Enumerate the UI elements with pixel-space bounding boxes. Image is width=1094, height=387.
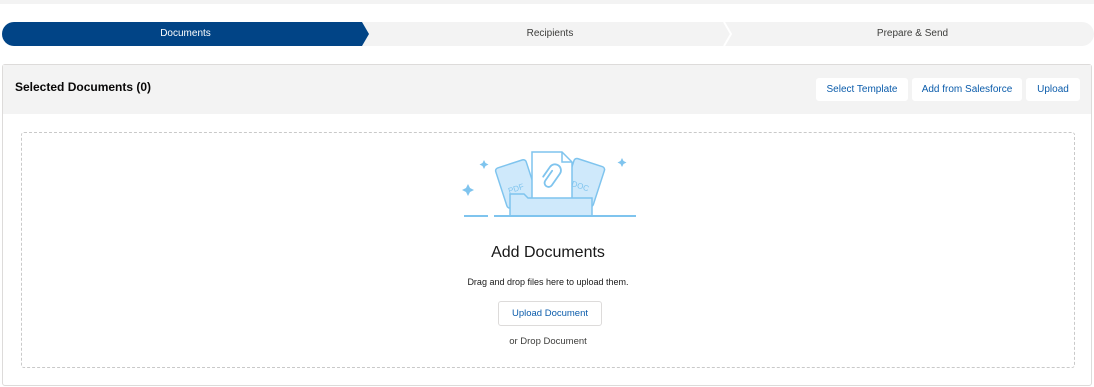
drop-zone-subtitle: Drag and drop files here to upload them. [467, 277, 629, 287]
upload-document-button[interactable]: Upload Document [498, 301, 602, 326]
top-bar [0, 0, 1094, 4]
documents-card: Selected Documents (0) Select Template A… [2, 64, 1092, 386]
step-recipients[interactable]: Recipients [369, 22, 731, 46]
select-template-button[interactable]: Select Template [816, 78, 908, 101]
add-from-salesforce-button[interactable]: Add from Salesforce [912, 78, 1022, 101]
drop-zone-title: Add Documents [491, 244, 605, 261]
card-title: Selected Documents (0) [15, 80, 152, 94]
progress-path: Documents Recipients Prepare & Send [2, 22, 1094, 46]
card-header: Selected Documents (0) Select Template A… [3, 65, 1091, 114]
drop-document-text: or Drop Document [509, 336, 587, 347]
folder-icon: PDF DOC [462, 151, 636, 217]
step-prepare-send[interactable]: Prepare & Send [731, 22, 1094, 46]
upload-button[interactable]: Upload [1026, 78, 1080, 101]
step-documents[interactable]: Documents [2, 22, 369, 46]
drop-zone[interactable]: PDF DOC Add Documents Drag and drop file… [21, 132, 1075, 368]
